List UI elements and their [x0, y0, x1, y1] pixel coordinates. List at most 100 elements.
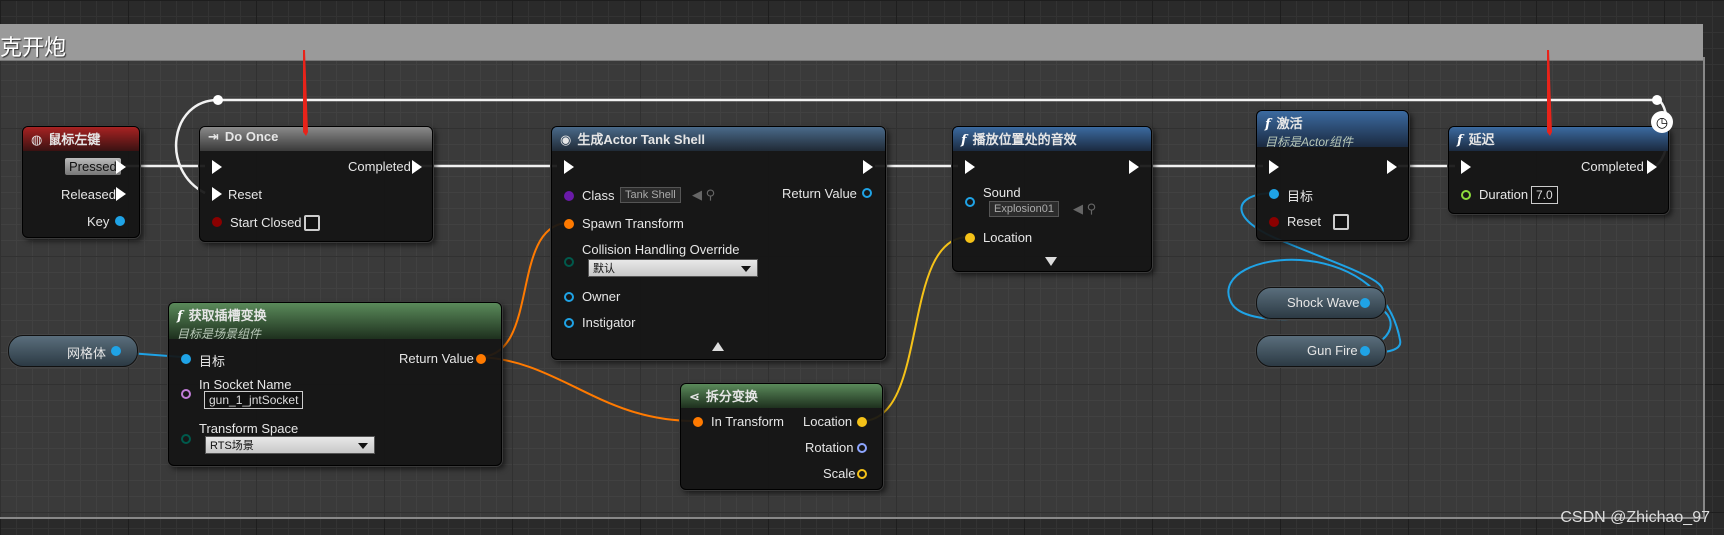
- node-activate[interactable]: f 激活 目标是Actor组件 目标 Reset: [1256, 110, 1409, 241]
- duration-input[interactable]: 7.0: [1531, 186, 1558, 204]
- pin-label-completed: Completed: [348, 159, 411, 174]
- pin-rotation[interactable]: [857, 443, 867, 453]
- pin-label-target: 目标: [1287, 189, 1314, 204]
- pin-label-pressed: Pressed: [65, 158, 121, 175]
- node-title: 激活: [1276, 116, 1303, 131]
- pin-sound[interactable]: [965, 197, 975, 207]
- pin-duration[interactable]: [1461, 190, 1471, 200]
- node-header: f 获取插槽变换 目标是场景组件: [169, 303, 501, 341]
- pin-target[interactable]: [1269, 189, 1279, 199]
- pin-label-released: Released: [61, 187, 116, 202]
- pin-label-owner: Owner: [582, 289, 621, 304]
- pin-return-value[interactable]: [476, 354, 486, 364]
- node-title: 生成Actor Tank Shell: [577, 132, 705, 147]
- macro-icon: ⇥: [208, 129, 219, 144]
- chevron-down-icon: [741, 266, 751, 272]
- collision-dropdown[interactable]: 默认: [588, 259, 758, 277]
- node-break-transform[interactable]: ⋖ 拆分变换 In Transform Location Rotation Sca…: [680, 383, 883, 490]
- pin-exec-in[interactable]: [1461, 160, 1471, 174]
- pin-pressed[interactable]: [116, 160, 126, 174]
- socket-name-input[interactable]: gun_1_jntSocket: [204, 391, 304, 409]
- pin-released[interactable]: [116, 187, 126, 201]
- browse-icon[interactable]: ◀ ⚲: [1073, 201, 1096, 217]
- node-spawn-actor[interactable]: ◉ 生成Actor Tank Shell Class Tank Shell ◀ ⚲…: [551, 126, 886, 360]
- pin-exec-in[interactable]: [1269, 160, 1279, 174]
- node-title: 播放位置处的音效: [972, 132, 1077, 147]
- pin-mesh-out[interactable]: [111, 346, 121, 356]
- node-play-sound-at-location[interactable]: f 播放位置处的音效 Sound Explosion01 ◀ ⚲ Location: [952, 126, 1152, 272]
- pin-label-spawn-transform: Spawn Transform: [582, 216, 684, 231]
- variable-label: 网格体: [67, 346, 107, 361]
- node-title: 鼠标左键: [48, 132, 101, 147]
- pin-exec-in[interactable]: [212, 160, 222, 174]
- node-header: f 激活目标是Actor组件: [1257, 111, 1408, 149]
- pin-socket-name[interactable]: [181, 389, 191, 399]
- pin-label-key: Key: [87, 214, 110, 229]
- pin-reset[interactable]: [1269, 217, 1279, 227]
- reset-checkbox[interactable]: [1333, 214, 1349, 230]
- node-subtitle: 目标是Actor组件: [1265, 135, 1354, 149]
- collision-dropdown-value: 默认: [593, 263, 615, 275]
- event-node-mouse-left[interactable]: ◍ 鼠标左键 Pressed Released Key: [22, 126, 140, 238]
- pin-completed[interactable]: [412, 160, 422, 174]
- pin-spawn-transform[interactable]: [564, 219, 574, 229]
- pin-exec-in[interactable]: [965, 160, 975, 174]
- class-select[interactable]: Tank Shell: [620, 187, 681, 203]
- collapse-arrow-icon[interactable]: [712, 342, 724, 351]
- chevron-down-icon: [358, 443, 368, 449]
- variable-node-shock-wave[interactable]: Shock Wave: [1256, 287, 1386, 319]
- pin-exec-out[interactable]: [1129, 160, 1139, 174]
- function-icon: f: [1457, 133, 1463, 148]
- pin-label-duration: Duration: [1479, 187, 1529, 202]
- pin-label-reset: Reset: [228, 187, 262, 202]
- pin-label-rotation: Rotation: [805, 440, 854, 455]
- pin-shock-wave-out[interactable]: [1360, 298, 1370, 308]
- pin-label-socket-name: In Socket Name: [199, 377, 292, 392]
- sound-select[interactable]: Explosion01: [989, 201, 1059, 217]
- pin-label-class: Class: [582, 188, 615, 203]
- watermark: CSDN @Zhichao_97: [1560, 509, 1710, 526]
- pin-exec-out[interactable]: [1387, 160, 1397, 174]
- pin-label-start-closed: Start Closed: [230, 215, 302, 230]
- start-closed-checkbox[interactable]: [304, 215, 320, 231]
- node-title: 获取插槽变换: [188, 308, 267, 323]
- pin-class[interactable]: [564, 191, 574, 201]
- pin-start-closed[interactable]: [212, 217, 222, 227]
- pin-gun-fire-out[interactable]: [1360, 346, 1370, 356]
- transform-space-dropdown[interactable]: RTS场景: [205, 436, 375, 454]
- pin-exec-in[interactable]: [564, 160, 574, 174]
- mouse-icon: ◍: [31, 132, 43, 147]
- pin-target[interactable]: [181, 354, 191, 364]
- variable-node-gun-fire[interactable]: Gun Fire: [1256, 335, 1386, 367]
- pin-label-in-transform: In Transform: [711, 414, 784, 429]
- pin-completed[interactable]: [1647, 160, 1657, 174]
- node-header: ⇥ Do Once: [200, 127, 432, 151]
- pin-return-value[interactable]: [862, 188, 872, 198]
- browse-icon[interactable]: ◀ ⚲: [692, 187, 715, 203]
- node-do-once[interactable]: ⇥ Do Once Completed Reset Start Closed: [199, 126, 433, 242]
- node-delay[interactable]: f 延迟 ◷ Completed Duration 7.0: [1448, 111, 1673, 214]
- pin-exec-out[interactable]: [863, 160, 873, 174]
- pin-label-completed: Completed: [1581, 159, 1644, 174]
- variable-node-mesh[interactable]: 网格体: [8, 335, 138, 367]
- red-arrow-annotation: [1547, 50, 1552, 136]
- pin-scale[interactable]: [857, 469, 867, 479]
- expand-arrow-icon[interactable]: [1045, 257, 1057, 266]
- pin-transform-space[interactable]: [181, 434, 191, 444]
- break-icon: ⋖: [689, 389, 700, 404]
- pin-location[interactable]: [965, 233, 975, 243]
- function-icon: f: [1265, 117, 1271, 132]
- function-icon: f: [177, 309, 183, 324]
- pin-in-transform[interactable]: [693, 417, 703, 427]
- pin-collision-override[interactable]: [564, 257, 574, 267]
- function-icon: f: [961, 133, 967, 148]
- node-get-socket-transform[interactable]: f 获取插槽变换 目标是场景组件 目标 Return Value In Socket…: [168, 302, 502, 466]
- pin-location[interactable]: [857, 417, 867, 427]
- pin-reset[interactable]: [212, 187, 222, 201]
- pin-key[interactable]: [115, 216, 125, 226]
- node-header: ◉ 生成Actor Tank Shell: [552, 127, 885, 151]
- pin-instigator[interactable]: [564, 318, 574, 328]
- red-arrow-annotation: [303, 50, 308, 136]
- pin-label-location: Location: [983, 230, 1033, 245]
- pin-owner[interactable]: [564, 292, 574, 302]
